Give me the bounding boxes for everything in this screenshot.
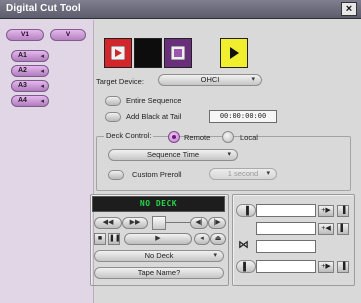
clear-in-icon: ▐ <box>340 207 346 214</box>
preroll-value: 1 second <box>227 169 259 178</box>
duration-field[interactable] <box>256 240 316 253</box>
goto-out-end-button[interactable]: +▶ <box>318 261 334 273</box>
preroll-select[interactable]: 1 second ▾ <box>209 168 277 180</box>
custom-preroll-toggle[interactable] <box>108 170 124 180</box>
clear-out-button[interactable]: ▌ <box>337 223 349 235</box>
pause-icon: ❚❚ <box>109 235 121 242</box>
track-a2-button[interactable]: A2 ◂ <box>11 65 49 77</box>
track-a2-arrow-icon: ◂ <box>40 68 44 75</box>
clear-out-end-icon: ▐ <box>340 263 346 270</box>
goto-out-end-icon: +▶ <box>321 263 331 270</box>
nudge-left-button[interactable]: ◂ <box>194 233 210 245</box>
fast-forward-icon: ▶▶ <box>129 219 141 226</box>
track-v1-button[interactable]: V1 <box>6 29 44 41</box>
digital-cut-tool-window: Digital Cut Tool × V1 V A1 ◂ A2 ◂ A3 ◂ A… <box>0 0 361 303</box>
local-label: Local <box>240 133 258 142</box>
mark-in-button[interactable]: ▐ <box>236 204 256 217</box>
entire-sequence-toggle[interactable] <box>105 96 121 106</box>
deck-select-value: No Deck <box>144 251 174 260</box>
track-a1-label: A1 <box>18 52 27 59</box>
shuttle-track <box>166 222 190 223</box>
add-black-label: Add Black at Tail <box>126 112 182 121</box>
play-transport-button[interactable]: ▶ <box>124 233 192 245</box>
tape-name-label: Tape Name? <box>137 268 181 277</box>
stop-icon: ■ <box>97 235 103 242</box>
rewind-icon: ◀◀ <box>102 219 114 226</box>
track-a3-arrow-icon: ◂ <box>40 83 44 90</box>
add-black-timecode-field[interactable]: 00:00:00:00 <box>209 110 277 123</box>
sequence-time-select[interactable]: Sequence Time ▾ <box>108 149 238 161</box>
stop-button[interactable] <box>164 38 192 68</box>
play-icon: ▶ <box>155 235 161 242</box>
clear-out-end-button[interactable]: ▐ <box>337 261 349 273</box>
chevron-down-icon: ▾ <box>227 151 231 158</box>
chevron-down-icon: ▾ <box>266 170 270 177</box>
mark-out-time-field[interactable] <box>256 260 316 273</box>
deck-status-display: NO DECK <box>92 196 225 212</box>
tape-name-button[interactable]: Tape Name? <box>94 267 224 279</box>
black-button[interactable] <box>134 38 162 68</box>
target-device-value: OHCI <box>200 75 220 84</box>
track-selector-panel: V1 V A1 ◂ A2 ◂ A3 ◂ A4 ◂ <box>0 20 94 303</box>
step-back-button[interactable]: ◀| <box>190 217 208 229</box>
mark-out-icon: ▌ <box>243 262 249 271</box>
track-a4-arrow-icon: ◂ <box>40 98 44 105</box>
deck-control-group <box>96 136 351 191</box>
step-back-icon: ◀| <box>195 219 203 226</box>
goto-in-button[interactable]: +▶ <box>318 205 334 217</box>
mark-out-field[interactable] <box>256 222 316 235</box>
track-v-button[interactable]: V <box>50 29 86 41</box>
target-device-label: Target Device: <box>96 77 144 86</box>
play-icon <box>111 46 125 60</box>
step-forward-button[interactable]: |▶ <box>208 217 226 229</box>
window-title: Digital Cut Tool <box>6 3 81 14</box>
goto-in-icon: +▶ <box>321 207 331 214</box>
deck-select[interactable]: No Deck ▾ <box>94 250 224 262</box>
track-a1-arrow-icon: ◂ <box>40 53 44 60</box>
remote-label: Remote <box>184 133 211 142</box>
close-icon[interactable]: × <box>341 2 357 16</box>
clear-in-button[interactable]: ▐ <box>337 205 349 217</box>
custom-preroll-label: Custom Preroll <box>132 170 182 179</box>
chevron-down-icon: ▾ <box>251 76 255 83</box>
entire-sequence-label: Entire Sequence <box>126 96 182 105</box>
rewind-button[interactable]: ◀◀ <box>94 217 122 229</box>
eject-button[interactable]: ⏏ <box>210 233 226 245</box>
play-icon <box>230 47 239 59</box>
shuttle-handle[interactable] <box>152 216 166 230</box>
track-a4-button[interactable]: A4 ◂ <box>11 95 49 107</box>
goto-out-button[interactable]: +◀ <box>318 223 334 235</box>
mark-in-icon: ▐ <box>243 206 249 215</box>
duration-bowtie-icon: ⋈ <box>238 239 249 251</box>
track-a3-button[interactable]: A3 ◂ <box>11 80 49 92</box>
fast-forward-button[interactable]: ▶▶ <box>122 217 148 229</box>
track-a3-label: A3 <box>18 82 27 89</box>
track-a1-button[interactable]: A1 ◂ <box>11 50 49 62</box>
left-arrow-icon: ◂ <box>200 235 204 242</box>
play-digital-cut-button[interactable] <box>104 38 132 68</box>
stop-transport-button[interactable]: ■ <box>94 233 106 245</box>
chevron-down-icon: ▾ <box>213 252 217 259</box>
mark-out-button[interactable]: ▌ <box>236 260 256 273</box>
eject-icon: ⏏ <box>214 235 222 242</box>
add-black-toggle[interactable] <box>105 112 121 122</box>
stop-icon <box>171 46 185 60</box>
deck-control-label: Deck Control: <box>104 131 154 140</box>
title-bar: Digital Cut Tool × <box>0 0 361 19</box>
track-a2-label: A2 <box>18 67 27 74</box>
remote-radio[interactable] <box>168 131 180 143</box>
goto-out-icon: +◀ <box>321 225 331 232</box>
sequence-time-value: Sequence Time <box>146 150 200 159</box>
target-device-select[interactable]: OHCI ▾ <box>158 74 262 86</box>
track-a4-label: A4 <box>18 97 27 104</box>
local-radio[interactable] <box>222 131 234 143</box>
mark-in-field[interactable] <box>256 204 316 217</box>
step-forward-icon: |▶ <box>213 219 221 226</box>
play-yellow-button[interactable] <box>220 38 248 68</box>
pause-button[interactable]: ❚❚ <box>108 233 121 245</box>
clear-out-icon: ▌ <box>340 225 346 232</box>
